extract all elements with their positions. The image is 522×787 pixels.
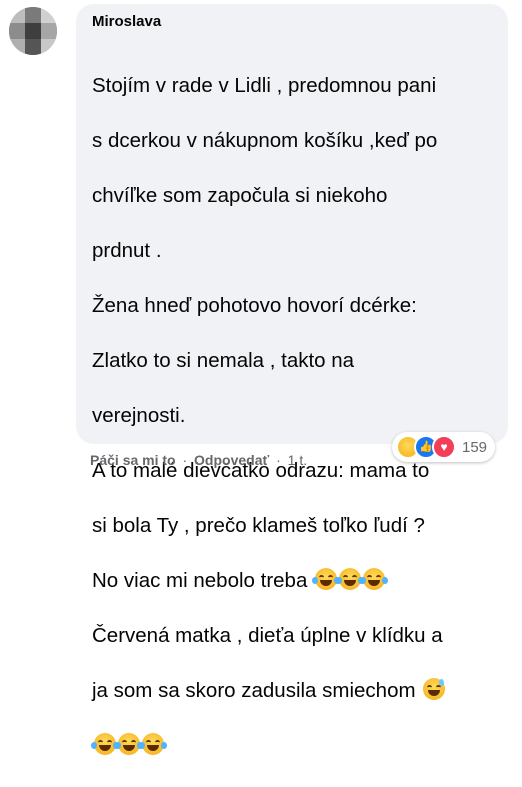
comment-line: Žena hneď pohotovo hovorí dcérke: — [92, 293, 417, 317]
comment-line-with-emoji: No viac mi nebolo treba — [92, 567, 504, 595]
reaction-summary[interactable]: 👍 ♥ 159 — [392, 432, 496, 462]
comment-line: si bola Ty , prečo klameš toľko ľudí ? — [92, 513, 425, 537]
comment-actions: Páči sa mi to · Odpovedať · 1 t. — [90, 452, 307, 468]
emoji-line — [91, 732, 504, 760]
comment-line: ja som sa skoro zadusila smiechom — [92, 678, 416, 702]
comment-line: Červená matka , dieťa úplne v klídku a — [92, 623, 443, 647]
comment-timestamp[interactable]: 1 t. — [288, 452, 307, 468]
comment-line: prdnut . — [92, 238, 162, 262]
comment-line: Stojím v rade v Lidli , predomnou pani — [92, 73, 437, 97]
comment-line: s dcerkou v nákupnom košíku ,keď po — [92, 128, 438, 152]
comment-author[interactable]: Miroslava — [92, 13, 161, 30]
comment-line: chvíľke som započula si niekoho — [92, 183, 388, 207]
tears-of-joy-icon — [360, 567, 389, 590]
tears-of-joy-icon — [115, 732, 143, 755]
tears-of-joy-icon — [139, 732, 167, 755]
comment-line-with-emoji: ja som sa skoro zadusila smiechom — [92, 677, 504, 705]
reaction-count: 159 — [462, 438, 488, 456]
reply-link[interactable]: Odpovedať — [194, 452, 269, 468]
like-link[interactable]: Páči sa mi to — [90, 452, 176, 468]
tears-of-joy-icon — [336, 567, 365, 590]
comment-line: verejnosti. — [92, 403, 186, 427]
tears-of-joy-icon — [312, 567, 341, 590]
avatar[interactable] — [9, 7, 57, 55]
comment-body: Stojím v rade v Lidli , predomnou pani s… — [91, 44, 504, 787]
comment-line: Zlatko to si nemala , takto na — [92, 348, 355, 372]
separator: · — [276, 452, 281, 468]
comment-line: No viac mi nebolo treba — [92, 568, 308, 592]
tears-of-joy-icon — [91, 732, 119, 755]
grinning-sweat-icon — [423, 677, 446, 700]
love-icon: ♥ — [432, 435, 456, 459]
separator: · — [182, 452, 188, 468]
